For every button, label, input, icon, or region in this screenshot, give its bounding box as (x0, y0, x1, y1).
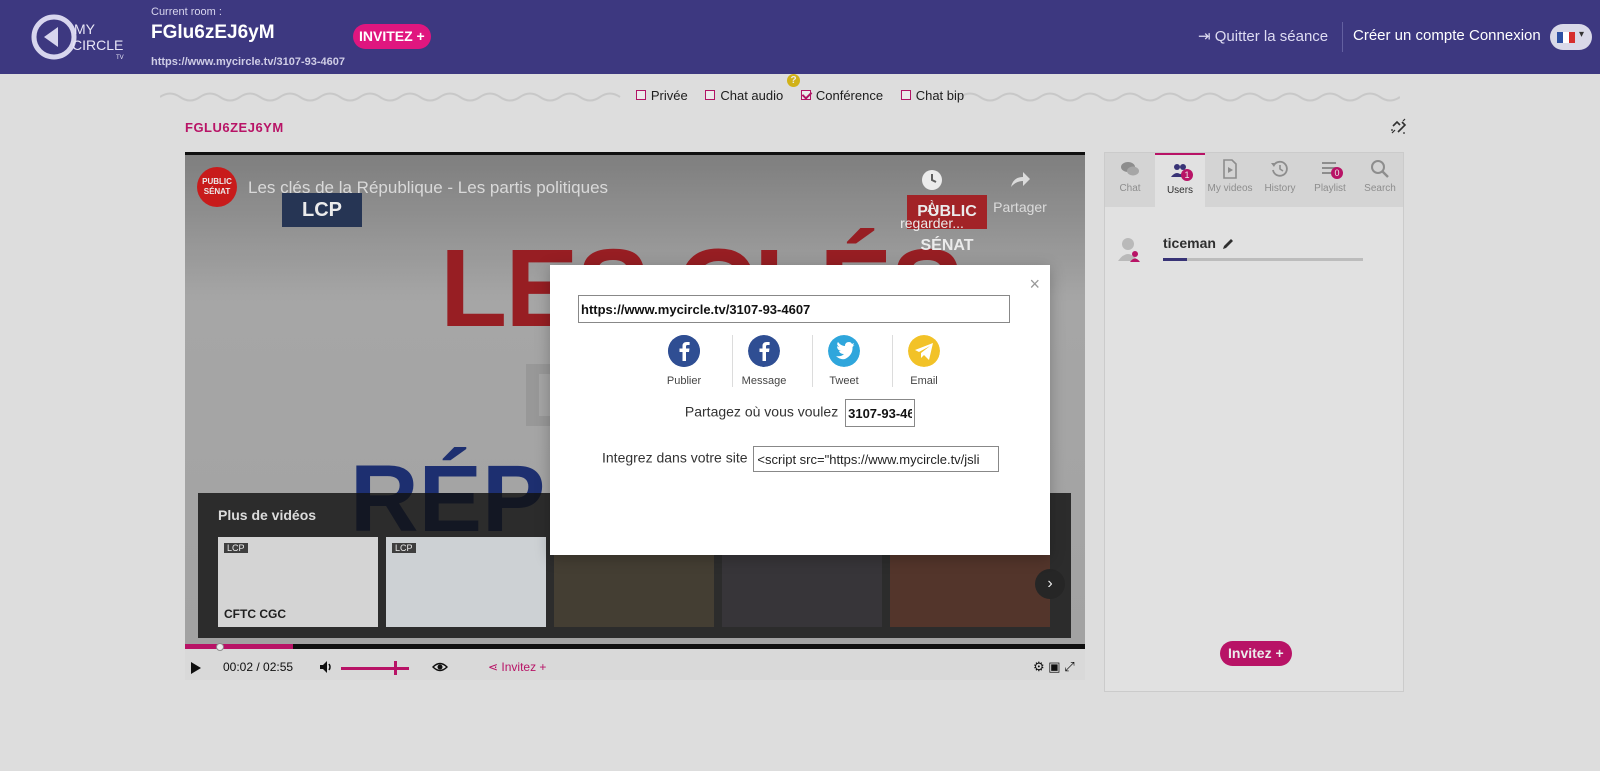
top-header: MY CIRCLE TV Current room : FGlu6zEJ6yM … (0, 0, 1600, 74)
french-flag-icon (1557, 32, 1575, 43)
share-buttons-row: Publier Message Tweet Email (657, 335, 977, 390)
chevron-down-icon: ▾ (1579, 29, 1585, 40)
share-url-field[interactable] (578, 295, 1010, 323)
exit-icon: ⇥ (1198, 28, 1215, 45)
facebook-messenger-icon (748, 335, 780, 367)
language-selector[interactable]: ▾ (1550, 24, 1592, 50)
facebook-message-button[interactable]: Message (724, 335, 804, 387)
login-link[interactable]: Connexion (1469, 27, 1541, 44)
room-code-field[interactable] (845, 399, 916, 427)
room-url[interactable]: https://www.mycircle.tv/3107-93-4607 (151, 56, 345, 68)
email-icon (908, 335, 940, 367)
tweet-button[interactable]: Tweet (804, 335, 884, 387)
room-name: FGlu6zEJ6yM (151, 22, 275, 43)
mycircle-logo[interactable]: MY CIRCLE TV (30, 12, 130, 62)
facebook-publish-label: Publier (666, 375, 702, 387)
twitter-icon (828, 335, 860, 367)
share-dialog: × Publier Message Tweet Email Partagez o… (550, 265, 1050, 555)
room-caption: Current room : (151, 6, 222, 18)
embed-code-field[interactable] (753, 446, 1000, 472)
email-share-button[interactable]: Email (884, 335, 964, 387)
logo-text-circle: CIRCLE (72, 37, 123, 53)
share-anywhere-row: Partagez où vous voulez (550, 399, 1050, 427)
facebook-icon (668, 335, 700, 367)
header-divider (1342, 22, 1343, 52)
embed-row: Integrez dans votre site (602, 446, 1000, 472)
header-invite-button[interactable]: INVITEZ + (353, 24, 431, 49)
logo-text-my: MY (74, 21, 96, 37)
share-anywhere-label: Partagez où vous voulez (684, 403, 839, 420)
logo-text-tv: TV (116, 55, 124, 61)
facebook-message-label: Message (741, 375, 787, 387)
embed-label: Integrez dans votre site (602, 449, 748, 466)
create-account-link[interactable]: Créer un compte (1353, 27, 1465, 44)
quit-session-link[interactable]: ⇥ Quitter la séance (1198, 27, 1328, 45)
facebook-publish-button[interactable]: Publier (644, 335, 724, 387)
close-icon[interactable]: × (1029, 275, 1040, 293)
email-label: Email (910, 375, 938, 387)
quit-session-label: Quitter la séance (1214, 28, 1329, 45)
tweet-label: Tweet (829, 375, 859, 387)
